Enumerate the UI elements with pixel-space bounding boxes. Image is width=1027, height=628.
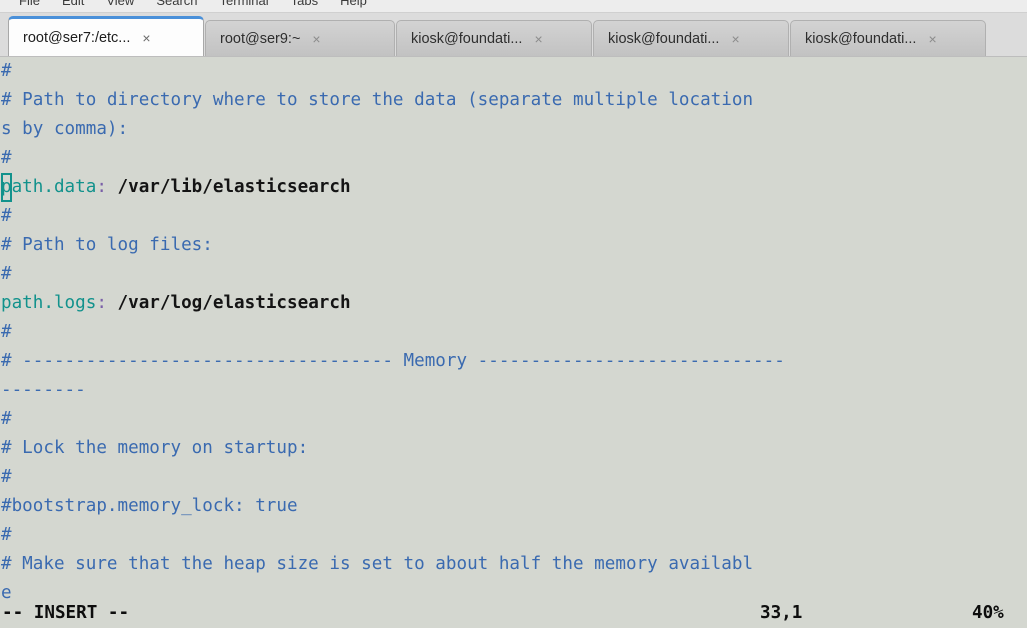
tab-kiosk-foundation-1[interactable]: kiosk@foundati... ×: [396, 20, 592, 56]
terminal-line: #: [1, 57, 1027, 86]
menu-item-file[interactable]: File: [8, 0, 51, 7]
terminal-text: #: [1, 409, 12, 429]
terminal-text: #: [1, 322, 12, 342]
terminal-text: #: [1, 525, 12, 545]
tab-label: kiosk@foundati...: [608, 30, 720, 47]
terminal-text: --------: [1, 380, 86, 400]
terminal-text: #bootstrap.memory_lock: true: [1, 496, 298, 516]
terminal-line: #bootstrap.memory_lock: true: [1, 492, 1027, 521]
terminal-text: #: [1, 61, 12, 81]
terminal-text: # ----------------------------------- Me…: [1, 351, 785, 371]
terminal-text: s by comma):: [1, 119, 129, 139]
terminal-line: #: [1, 405, 1027, 434]
terminal-text: # Make sure that the heap size is set to…: [1, 554, 754, 574]
menu-item-edit[interactable]: Edit: [51, 0, 95, 7]
terminal-text: /var/log/elasticsearch: [106, 293, 351, 313]
terminal-line: #: [1, 318, 1027, 347]
scroll-percent: 40%: [972, 603, 1004, 623]
terminal-text: #: [1, 148, 12, 168]
cursor-position: 33,1: [760, 603, 803, 623]
terminal-line: path.data: /var/lib/elasticsearch: [1, 173, 1027, 202]
terminal-text: /var/lib/elasticsearch: [106, 177, 351, 197]
terminal-text: # Path to directory where to store the d…: [1, 90, 754, 110]
close-icon[interactable]: ×: [142, 31, 150, 45]
terminal-line: # ----------------------------------- Me…: [1, 347, 1027, 376]
terminal-text: ath.data: [11, 177, 97, 197]
terminal-line: # Make sure that the heap size is set to…: [1, 550, 1027, 579]
terminal-line: path.logs: /var/log/elasticsearch: [1, 289, 1027, 318]
vim-status-line: -- INSERT -- 33,1 40%: [0, 599, 1027, 628]
text-cursor: p: [1, 173, 12, 202]
tab-bar: root@ser7:/etc... × root@ser9:~ × kiosk@…: [0, 13, 1027, 57]
tab-root-ser9[interactable]: root@ser9:~ ×: [205, 20, 395, 56]
terminal-line: #: [1, 144, 1027, 173]
menu-item-search[interactable]: Search: [145, 0, 208, 7]
terminal-line: # Path to log files:: [1, 231, 1027, 260]
close-icon[interactable]: ×: [731, 32, 739, 46]
terminal-text: #: [1, 264, 12, 284]
terminal-line: #: [1, 202, 1027, 231]
tab-label: root@ser9:~: [220, 30, 301, 47]
close-icon[interactable]: ×: [928, 32, 936, 46]
terminal-line: # Lock the memory on startup:: [1, 434, 1027, 463]
tab-kiosk-foundation-3[interactable]: kiosk@foundati... ×: [790, 20, 986, 56]
menu-item-terminal[interactable]: Terminal: [209, 0, 280, 7]
tab-label: kiosk@foundati...: [411, 30, 523, 47]
terminal-screen[interactable]: # # Path to directory where to store the …: [0, 57, 1027, 628]
terminal-text: :: [96, 293, 107, 313]
terminal-text: # Path to log files:: [1, 235, 213, 255]
terminal-line: #: [1, 463, 1027, 492]
terminal-line: s by comma):: [1, 115, 1027, 144]
terminal-text: :: [96, 177, 107, 197]
menu-item-view[interactable]: View: [95, 0, 145, 7]
terminal-line: # Path to directory where to store the d…: [1, 86, 1027, 115]
tab-kiosk-foundation-2[interactable]: kiosk@foundati... ×: [593, 20, 789, 56]
close-icon[interactable]: ×: [312, 32, 320, 46]
tab-label: kiosk@foundati...: [805, 30, 917, 47]
terminal-line: --------: [1, 376, 1027, 405]
terminal-text: #: [1, 206, 12, 226]
terminal-text: path.logs: [1, 293, 97, 313]
terminal-text: # Lock the memory on startup:: [1, 438, 309, 458]
tab-label: root@ser7:/etc...: [23, 29, 131, 46]
close-icon[interactable]: ×: [534, 32, 542, 46]
menu-bar: File Edit View Search Terminal Tabs Help: [0, 0, 1027, 13]
tab-root-ser7[interactable]: root@ser7:/etc... ×: [8, 16, 204, 56]
vim-buffer[interactable]: # # Path to directory where to store the …: [1, 57, 1027, 608]
terminal-line: #: [1, 260, 1027, 289]
terminal-text: #: [1, 467, 12, 487]
terminal-line: #: [1, 521, 1027, 550]
menu-item-help[interactable]: Help: [329, 0, 378, 7]
menu-item-tabs[interactable]: Tabs: [280, 0, 329, 7]
terminal-window: File Edit View Search Terminal Tabs Help…: [0, 0, 1027, 628]
vim-mode-indicator: -- INSERT --: [2, 603, 130, 623]
